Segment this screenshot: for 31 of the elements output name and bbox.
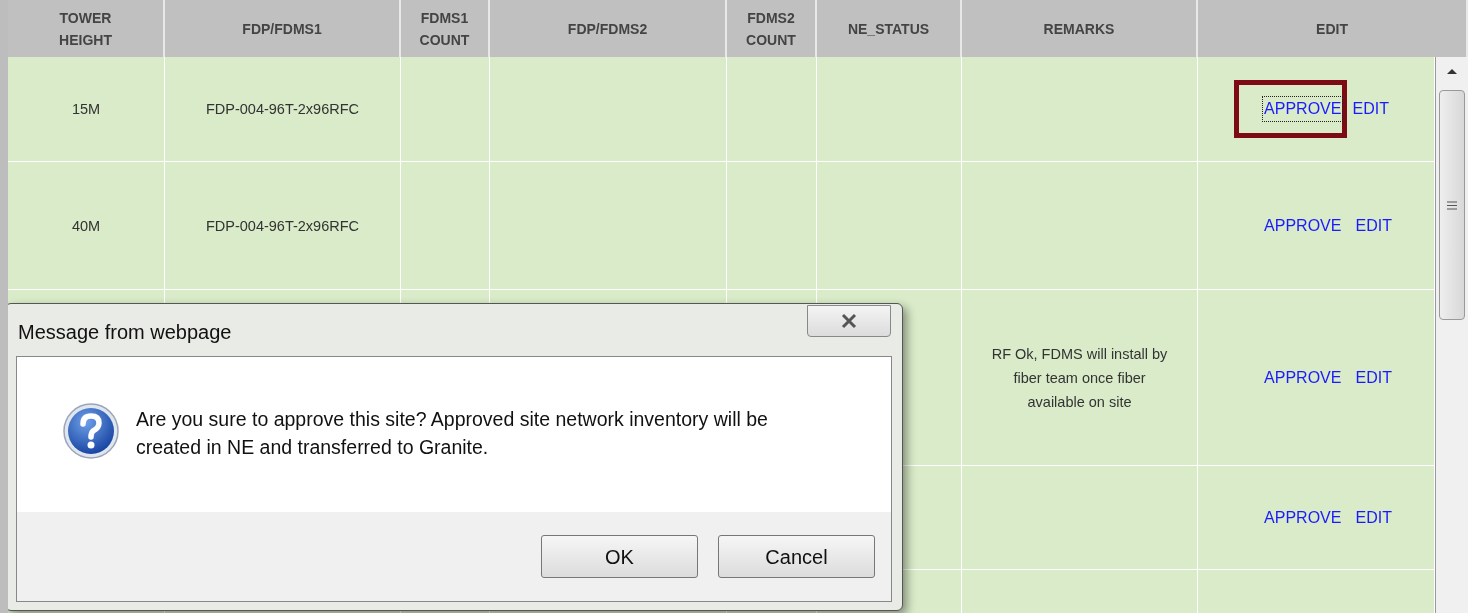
action-link[interactable]: EDIT <box>1351 97 1390 121</box>
dialog-title: Message from webpage <box>18 320 232 345</box>
table-cell: FDP-004-96T-2x96RFC <box>165 57 401 162</box>
table-cell: 40M <box>8 162 165 290</box>
column-header: FDMS1 COUNT <box>401 0 490 57</box>
scrollbar-thumb[interactable] <box>1439 90 1465 320</box>
column-header: FDMS2 COUNT <box>727 0 817 57</box>
question-icon <box>62 402 120 460</box>
action-link[interactable]: APPROVE <box>1263 213 1343 238</box>
dialog-button[interactable]: OK <box>541 535 698 578</box>
column-header: FDP/FDMS2 <box>490 0 727 57</box>
close-button[interactable] <box>807 305 891 337</box>
action-link[interactable]: EDIT <box>1354 505 1393 530</box>
table-cell: 15M <box>8 57 165 162</box>
scrollbar[interactable] <box>1435 57 1468 613</box>
action-link[interactable]: APPROVE <box>1263 97 1343 121</box>
close-icon <box>839 313 859 329</box>
action-link[interactable]: APPROVE <box>1263 365 1343 390</box>
column-header: REMARKS <box>962 0 1198 57</box>
table-cell: RF Ok, FDMS will install by fiber team once fiber available on site <box>962 290 1198 466</box>
grip-icon <box>1447 200 1457 210</box>
table-cell: FDP-004-96T-2x96RFC <box>165 162 401 290</box>
column-header: FDP/FDMS1 <box>165 0 401 57</box>
dialog-button[interactable]: Cancel <box>718 535 875 578</box>
column-header: NE_STATUS <box>817 0 962 57</box>
scroll-up-icon[interactable] <box>1446 67 1458 75</box>
dialog-message: Are you sure to approve this site? Approved site network inventory will be created in NE and transferred to Granite. <box>136 407 769 460</box>
action-link[interactable]: APPROVE <box>1263 505 1343 530</box>
action-link[interactable]: EDIT <box>1354 213 1393 238</box>
column-header: TOWER HEIGHT <box>8 0 165 57</box>
action-link[interactable]: EDIT <box>1354 365 1393 390</box>
